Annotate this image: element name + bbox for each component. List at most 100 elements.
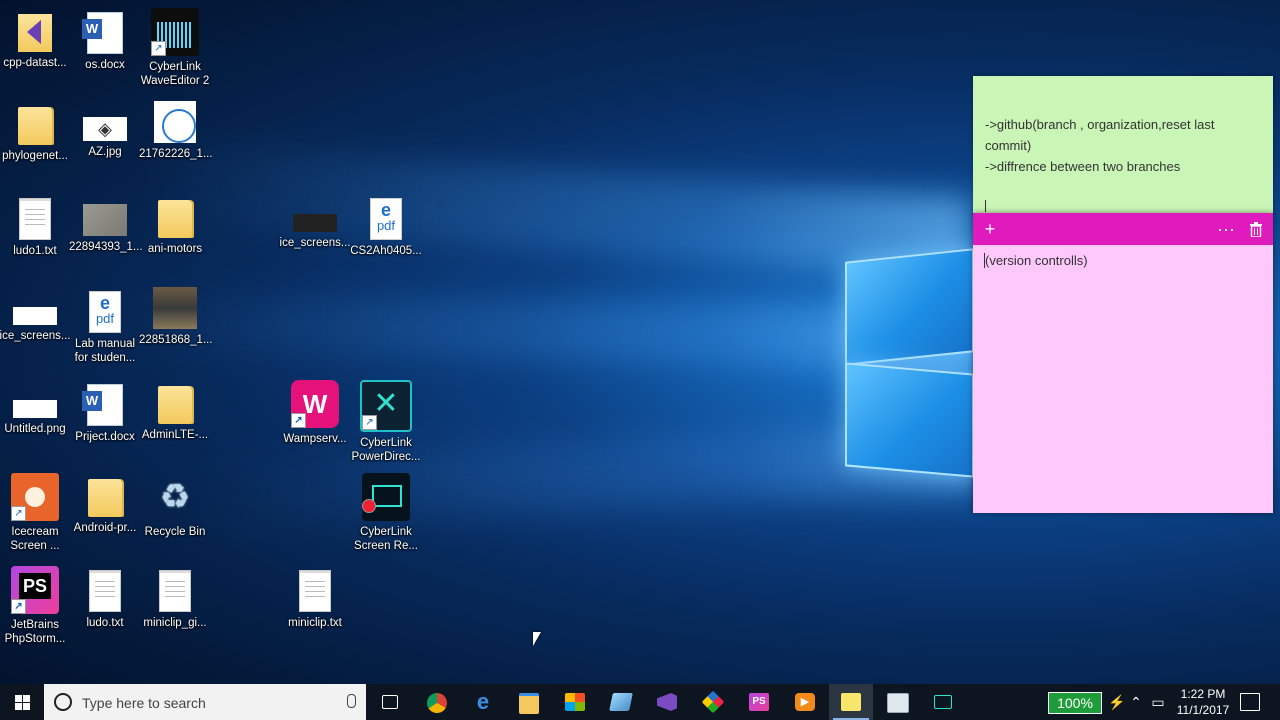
wallpaper-window-pane [845, 362, 974, 478]
chevron-up-icon[interactable]: ⌃ [1128, 693, 1144, 711]
sticky-note-titlebar[interactable]: + ··· [973, 213, 1273, 245]
desktop-icon-label: os.docx [85, 59, 125, 71]
taskbar-app-sticky-notes[interactable] [829, 684, 873, 720]
desktop-icon-label: CyberLink PowerDirec... [351, 437, 421, 463]
folder-icon [158, 386, 192, 424]
sticky-note-pink[interactable]: + ··· (version controlls) [973, 213, 1273, 513]
desktop-icon-label: Icecream Screen ... [10, 526, 60, 552]
desktop-icon-recycle-bin[interactable]: Recycle Bin [139, 473, 211, 539]
desktop-icon-label: Recycle Bin [144, 526, 206, 538]
desktop-icon-miniclip-txt[interactable]: miniclip.txt [279, 566, 351, 630]
desktop-icon-screen-recorder[interactable]: CyberLink Screen Re... [350, 473, 422, 553]
desktop-icon-priject-docx[interactable]: Priject.docx [69, 380, 141, 444]
desktop-icon-label: ludo1.txt [13, 245, 57, 257]
task-view-icon [382, 695, 398, 709]
desktop-icon-phylogenet[interactable]: phylogenet... [0, 101, 71, 163]
text-file-icon [159, 570, 191, 612]
desktop-icon-label: Untitled.png [4, 423, 66, 435]
desktop-icon-az-jpg[interactable]: AZ.jpg [69, 101, 141, 159]
store-icon [565, 693, 585, 711]
add-note-button[interactable]: + [979, 213, 1001, 245]
text-file-icon [19, 198, 51, 240]
image-icon [83, 204, 127, 236]
desktop-icon-ludo1-txt[interactable]: ludo1.txt [0, 194, 71, 258]
taskbar-app-screen-recorder[interactable] [921, 684, 965, 720]
desktop-icon-cpp-datast[interactable]: cpp-datast... [0, 8, 71, 70]
image-icon [13, 400, 57, 418]
desktop-icon-label: CyberLink Screen Re... [354, 526, 418, 552]
taskbar-app-file-explorer[interactable] [507, 684, 551, 720]
sticky-note-text[interactable]: (version controlls) [973, 245, 1273, 276]
search-input[interactable] [80, 691, 334, 715]
desktop-icon-21762226[interactable]: 21762226_1... [139, 101, 213, 161]
desktop-icon-label: Wampserv... [283, 433, 347, 445]
sticky-note-line: ->diffrence between two branches [985, 159, 1181, 174]
clock-date: 11/1/2017 [1176, 703, 1230, 717]
sticky-note-green[interactable]: ->github(branch , organization,reset las… [973, 76, 1273, 216]
wampserver-icon: W [291, 380, 339, 428]
git-icon [701, 690, 725, 714]
desktop-icon-22894393[interactable]: 22894393_1... [69, 194, 143, 254]
more-options-button[interactable]: ··· [1215, 213, 1237, 245]
explorer-window-icon [887, 693, 909, 713]
image-icon [83, 117, 127, 141]
desktop-icon-label: phylogenet... [2, 150, 68, 162]
phpstorm-icon [11, 566, 59, 614]
image-icon [153, 287, 197, 329]
pdf-icon: pdf [370, 198, 402, 240]
desktop-icon-ani-motors[interactable]: ani-motors [139, 194, 211, 256]
taskbar-search[interactable] [44, 684, 366, 720]
desktop-icon-cs2ah0405[interactable]: pdf CS2Ah0405... [350, 194, 422, 258]
start-button[interactable] [0, 684, 44, 720]
delete-note-button[interactable] [1245, 213, 1267, 245]
taskbar-app-task-view[interactable] [368, 684, 412, 720]
desktop-icon-label: Android-pr... [73, 522, 137, 534]
desktop-icon-icecream[interactable]: Icecream Screen ... [0, 473, 71, 553]
windows-logo-icon [15, 695, 30, 710]
desktop-icon-label: ludo.txt [86, 617, 124, 629]
action-center-icon[interactable] [1240, 693, 1260, 711]
taskbar-app-notepad[interactable] [599, 684, 643, 720]
sticky-note-line: ->github(branch , organization,reset las… [985, 117, 1215, 153]
desktop-icon-untitled-png[interactable]: Untitled.png [0, 380, 71, 436]
folder-vs-icon [18, 14, 52, 52]
desktop-icon-os-docx[interactable]: os.docx [69, 8, 141, 72]
taskbar-app-edge[interactable]: e [461, 684, 505, 720]
desktop-icon-lab-manual[interactable]: pdf Lab manual for studen... [69, 287, 141, 365]
visual-studio-icon [657, 693, 677, 711]
desktop-icon-powerdirector[interactable]: CyberLink PowerDirec... [350, 380, 422, 464]
image-icon [154, 101, 196, 143]
folder-icon [158, 200, 192, 238]
screen-recorder-icon [362, 473, 410, 521]
taskbar-app-phpstorm[interactable]: PS [737, 684, 781, 720]
desktop-icon-adminlte[interactable]: AdminLTE-... [139, 380, 211, 442]
desktop-icon-ice-screens-2[interactable]: ice_screens... [279, 194, 351, 250]
microphone-icon[interactable] [347, 694, 356, 708]
desktop-icon-label: miniclip_gi... [143, 617, 207, 629]
battery-percentage[interactable]: 100% [1048, 692, 1102, 714]
desktop-icon-ludo-txt[interactable]: ludo.txt [69, 566, 141, 630]
sticky-notes-icon [841, 693, 861, 711]
folder-icon [88, 479, 122, 517]
power-plug-icon[interactable]: ⚡ [1108, 693, 1125, 711]
taskbar-app-chrome[interactable] [415, 684, 459, 720]
sticky-note-text[interactable]: ->github(branch , organization,reset las… [985, 114, 1257, 177]
taskbar-app-media-player[interactable]: ▶ [783, 684, 827, 720]
desktop-icon-miniclip-gi[interactable]: miniclip_gi... [139, 566, 211, 630]
desktop-icon-ice-screens-1[interactable]: ice_screens... [0, 287, 71, 343]
desktop-icon-phpstorm[interactable]: JetBrains PhpStorm... [0, 566, 71, 646]
desktop-icon-android-pr[interactable]: Android-pr... [69, 473, 141, 535]
taskbar-app-store[interactable] [553, 684, 597, 720]
battery-icon[interactable]: ▭ [1150, 693, 1166, 711]
taskbar-app-visual-studio[interactable] [645, 684, 689, 720]
taskbar-clock[interactable]: 1:22 PM 11/1/2017 [1170, 686, 1236, 718]
desktop-icon-label: Lab manual for studen... [74, 338, 136, 364]
wallpaper-window-pane [845, 248, 974, 366]
notepad-icon [609, 693, 633, 711]
desktop-icon-label: ice_screens... [0, 330, 71, 342]
taskbar-app-explorer-window[interactable] [875, 684, 919, 720]
desktop-icon-22851868[interactable]: 22851868_1... [139, 287, 213, 347]
desktop-icon-wave-editor[interactable]: CyberLink WaveEditor 2 [139, 8, 211, 88]
desktop-icon-wampserver[interactable]: W Wampserv... [279, 380, 351, 446]
taskbar-app-git[interactable] [691, 684, 735, 720]
